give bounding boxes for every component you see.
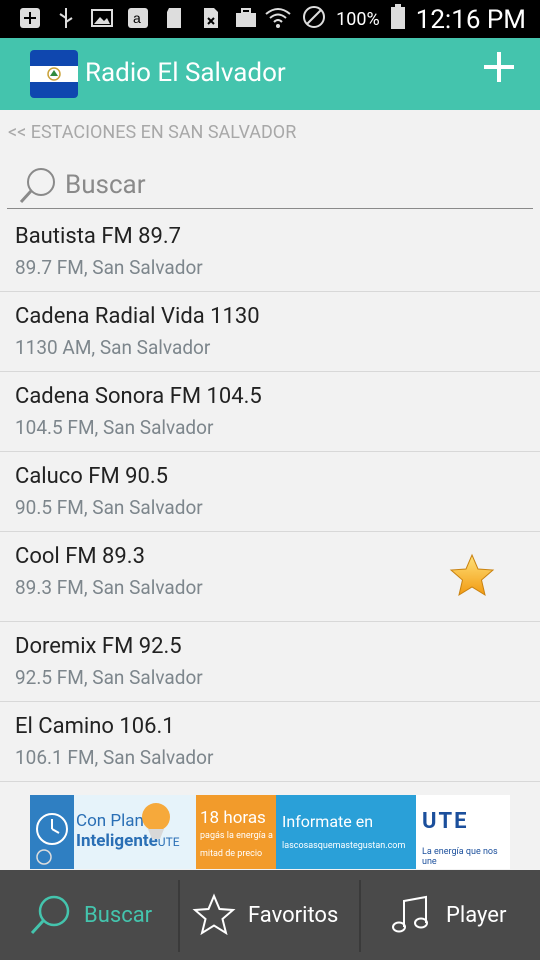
station-row[interactable]: Bautista FM 89.7 89.7 FM, San Salvador [0, 212, 540, 292]
station-detail: 89.7 FM, San Salvador [15, 256, 203, 279]
ad-brand-panel: UTE La energía que nos une [416, 795, 510, 869]
ad-hours-title: 18 horas [200, 808, 266, 828]
notification-icons: a [18, 6, 258, 30]
divider [359, 880, 361, 952]
station-detail: 90.5 FM, San Salvador [15, 496, 203, 519]
breadcrumb-back-link[interactable]: << ESTACIONES EN SAN SALVADOR [8, 122, 296, 143]
search-icon [30, 895, 70, 935]
status-bar: a 100% 12:16 PM [0, 0, 540, 38]
station-row[interactable]: Cool FM 89.3 89.3 FM, San Salvador [0, 532, 540, 622]
tab-favoritos[interactable]: Favoritos [192, 870, 338, 960]
no-sim-icon [198, 6, 222, 30]
station-row[interactable]: Cadena Sonora FM 104.5 104.5 FM, San Sal… [0, 372, 540, 452]
ad-hours-sub: pagás la energía a mitad de precio [200, 831, 273, 859]
app-bar: Radio El Salvador [0, 38, 540, 110]
svg-text:a: a [133, 10, 141, 26]
station-name: Cadena Radial Vida 1130 [15, 304, 260, 329]
usb-icon [54, 6, 78, 30]
music-note-icon [392, 895, 428, 933]
star-outline-icon [192, 893, 236, 936]
tab-label: Buscar [84, 902, 153, 928]
tab-label: Player [446, 902, 507, 928]
el-salvador-flag-icon [30, 50, 78, 98]
ad-banner[interactable]: Con Plan InteligenteUTE 18 horas pagás l… [30, 795, 510, 869]
clock-icon [36, 813, 68, 865]
ad-info-url: lascosasquemastegustan.com [282, 841, 406, 851]
ute-logo: UTE [422, 809, 469, 834]
blocked-icon [302, 5, 326, 34]
station-detail: 104.5 FM, San Salvador [15, 416, 214, 439]
station-name: Doremix FM 92.5 [15, 634, 182, 659]
search-input[interactable] [63, 166, 507, 204]
station-row[interactable]: Caluco FM 90.5 90.5 FM, San Salvador [0, 452, 540, 532]
tab-player[interactable]: Player [390, 870, 506, 960]
favorite-star-icon[interactable] [448, 552, 496, 600]
station-detail: 1130 AM, San Salvador [15, 336, 211, 359]
sd-card-icon [162, 6, 186, 30]
ad-info-panel: Informate en lascosasquemastegustan.com [276, 795, 416, 869]
battery-percent: 100% [336, 9, 380, 30]
station-name: Cadena Sonora FM 104.5 [15, 384, 262, 409]
ad-info-title: Informate en [282, 812, 374, 831]
ad-hours-panel: 18 horas pagás la energía a mitad de pre… [196, 795, 276, 869]
status-right: 100% 12:16 PM [264, 4, 526, 35]
station-detail: 92.5 FM, San Salvador [15, 666, 203, 689]
station-detail: 89.3 FM, San Salvador [15, 576, 203, 599]
station-list: Bautista FM 89.7 89.7 FM, San Salvador C… [0, 212, 540, 782]
station-row[interactable]: Doremix FM 92.5 92.5 FM, San Salvador [0, 622, 540, 702]
ute-tagline: La energía que nos une [422, 847, 498, 867]
station-name: El Camino 106.1 [15, 714, 175, 739]
plus-icon [18, 6, 42, 30]
lamp-icon [142, 803, 170, 839]
battery-icon [390, 4, 406, 35]
divider [178, 880, 180, 952]
tab-label: Favoritos [248, 902, 339, 928]
amazon-icon: a [126, 6, 150, 30]
image-icon [90, 6, 114, 30]
wifi-icon [264, 5, 292, 34]
app-title: Radio El Salvador [85, 58, 286, 88]
ad-plan-panel: Con Plan InteligenteUTE [74, 795, 196, 869]
station-detail: 106.1 FM, San Salvador [15, 746, 214, 769]
station-row[interactable]: Cadena Radial Vida 1130 1130 AM, San Sal… [0, 292, 540, 372]
ad-clock-panel [30, 795, 74, 869]
search-bar [7, 162, 533, 209]
bottom-navigation: Buscar Favoritos Player [0, 870, 540, 960]
station-name: Caluco FM 90.5 [15, 464, 169, 489]
plus-icon [484, 52, 514, 82]
station-row[interactable]: El Camino 106.1 106.1 FM, San Salvador [0, 702, 540, 782]
station-name: Bautista FM 89.7 [15, 224, 182, 249]
search-icon [19, 168, 55, 204]
clock: 12:16 PM [415, 4, 526, 35]
add-station-button[interactable] [484, 52, 514, 82]
tab-buscar[interactable]: Buscar [28, 870, 152, 960]
station-name: Cool FM 89.3 [15, 544, 145, 569]
briefcase-icon [234, 6, 258, 30]
